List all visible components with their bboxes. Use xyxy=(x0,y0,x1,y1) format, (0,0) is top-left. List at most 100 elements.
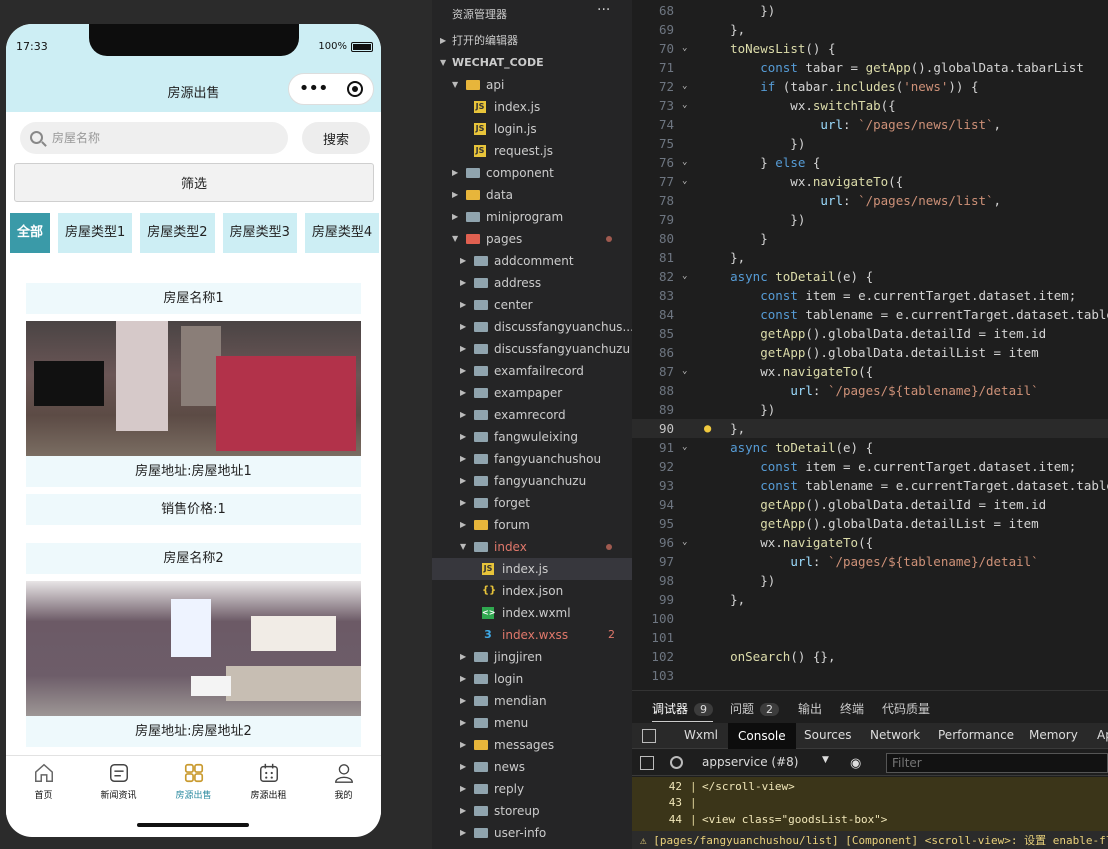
tree-folder[interactable]: ▶ menu xyxy=(432,712,632,734)
tree-folder[interactable]: ▶ forum xyxy=(432,514,632,536)
tree-folder[interactable]: ▶ addcomment xyxy=(432,250,632,272)
code-line[interactable]: 86 getApp().globalData.detailList = item xyxy=(632,343,1108,362)
code-line[interactable]: 73 ⌄ wx.switchTab({ xyxy=(632,96,1108,115)
tree-folder[interactable]: ▶ data xyxy=(432,184,632,206)
chevron-down-icon[interactable]: ▼ xyxy=(822,755,829,765)
code-line[interactable]: 77 ⌄ wx.navigateTo({ xyxy=(632,172,1108,191)
code-line[interactable]: 91 ⌄ async toDetail(e) { xyxy=(632,438,1108,457)
code-line[interactable]: 87 ⌄ wx.navigateTo({ xyxy=(632,362,1108,381)
code-line[interactable]: 102 onSearch() {}, xyxy=(632,647,1108,666)
code-line[interactable]: 99 }, xyxy=(632,590,1108,609)
context-select[interactable]: appservice (#8) xyxy=(702,755,798,769)
tab-problems[interactable]: 问题 2 xyxy=(730,700,780,717)
code-line[interactable]: 98 }) xyxy=(632,571,1108,590)
code-line[interactable]: 95 getApp().globalData.detailList = item xyxy=(632,514,1108,533)
code-line[interactable]: 71 const tabar = getApp().globalData.tab… xyxy=(632,58,1108,77)
code-line[interactable]: 93 const tablename = e.currentTarget.dat… xyxy=(632,476,1108,495)
tab-rent[interactable]: 房源出租 xyxy=(231,762,306,801)
code-line[interactable]: 72 ⌄ if (tabar.includes('news')) { xyxy=(632,77,1108,96)
more-dots-icon[interactable]: ••• xyxy=(299,80,329,98)
code-editor[interactable]: 68 }) 69 }, 70 ⌄ toNewsList() {71 const tab… xyxy=(632,0,1108,690)
tree-folder[interactable]: ▶ reply xyxy=(432,778,632,800)
devtools-tab-network[interactable]: Network xyxy=(870,728,920,742)
code-line[interactable]: 85 getApp().globalData.detailId = item.i… xyxy=(632,324,1108,343)
fold-chevron-icon[interactable]: ⌄ xyxy=(682,172,687,191)
fold-chevron-icon[interactable]: ⌄ xyxy=(682,153,687,172)
fold-chevron-icon[interactable]: ⌄ xyxy=(682,267,687,286)
listing-photo[interactable] xyxy=(26,581,361,716)
open-editors-section[interactable]: ▶ 打开的编辑器 xyxy=(432,30,632,52)
tree-folder[interactable]: ▶ fangwuleixing xyxy=(432,426,632,448)
code-line[interactable]: 92 const item = e.currentTarget.dataset.… xyxy=(632,457,1108,476)
devtools-tab-performance[interactable]: Performance xyxy=(938,728,1014,742)
more-actions-icon[interactable]: ··· xyxy=(597,2,610,18)
clear-console-icon[interactable] xyxy=(670,756,683,769)
tree-file[interactable]: {} index.json xyxy=(432,580,632,602)
code-line[interactable]: 81 }, xyxy=(632,248,1108,267)
tab-terminal[interactable]: 终端 xyxy=(840,700,864,717)
close-target-icon[interactable] xyxy=(347,81,364,97)
devtools-tab-sources[interactable]: Sources xyxy=(804,728,851,742)
tree-folder[interactable]: ▼ index xyxy=(432,536,632,558)
fold-chevron-icon[interactable]: ⌄ xyxy=(682,533,687,552)
code-line[interactable]: 101 xyxy=(632,628,1108,647)
code-line[interactable]: 68 }) xyxy=(632,1,1108,20)
category-tab[interactable]: 全部 xyxy=(10,213,51,253)
tree-folder[interactable]: ▶ center xyxy=(432,294,632,316)
code-line[interactable]: 97 url: `/pages/${tablename}/detail` xyxy=(632,552,1108,571)
tree-folder[interactable]: ▶ discussfangyuanchuzu xyxy=(432,338,632,360)
fold-chevron-icon[interactable]: ⌄ xyxy=(682,77,687,96)
code-line[interactable]: 76 ⌄ } else { xyxy=(632,153,1108,172)
tree-folder[interactable]: ▶ component xyxy=(432,162,632,184)
code-line[interactable]: 80 } xyxy=(632,229,1108,248)
tree-folder[interactable]: ▼ pages xyxy=(432,228,632,250)
search-button[interactable]: 搜索 xyxy=(302,122,370,154)
devtools-tab-wxml[interactable]: Wxml xyxy=(684,728,718,742)
tab-debugger[interactable]: 调试器 9 xyxy=(652,700,714,722)
code-line[interactable]: 88 url: `/pages/${tablename}/detail` xyxy=(632,381,1108,400)
tab-mine[interactable]: 我的 xyxy=(306,762,381,801)
code-line[interactable]: 70 ⌄ toNewsList() { xyxy=(632,39,1108,58)
sidebar-toggle-icon[interactable] xyxy=(640,756,654,770)
tree-file[interactable]: JS request.js xyxy=(432,140,632,162)
code-line[interactable]: 89 }) xyxy=(632,400,1108,419)
code-line[interactable]: 69 }, xyxy=(632,20,1108,39)
code-line[interactable]: 74 url: `/pages/news/list`, xyxy=(632,115,1108,134)
tree-file[interactable]: <> index.wxml xyxy=(432,602,632,624)
tree-folder[interactable]: ▶ storeup xyxy=(432,800,632,822)
code-line[interactable]: 100 xyxy=(632,609,1108,628)
tree-folder[interactable]: ▶ mendian xyxy=(432,690,632,712)
devtools-tab-console[interactable]: Console xyxy=(728,723,796,749)
console-filter-input[interactable] xyxy=(886,753,1108,773)
tab-output[interactable]: 输出 xyxy=(798,700,822,717)
code-line[interactable]: 79 }) xyxy=(632,210,1108,229)
code-line[interactable]: 96 ⌄ wx.navigateTo({ xyxy=(632,533,1108,552)
category-tab[interactable]: 房屋类型2 xyxy=(140,213,215,253)
fold-chevron-icon[interactable]: ⌄ xyxy=(682,438,687,457)
code-line[interactable]: 82 ⌄ async toDetail(e) { xyxy=(632,267,1108,286)
listing-card[interactable]: 房屋名称1 房屋地址:房屋地址1 销售价格:1 xyxy=(26,283,361,525)
category-tab[interactable]: 房屋类型4 xyxy=(304,213,380,253)
tree-folder[interactable]: ▼ api xyxy=(432,74,632,96)
tree-folder[interactable]: ▶ fangyuanchushou xyxy=(432,448,632,470)
tree-file[interactable]: 3 index.wxss 2 xyxy=(432,624,632,646)
tree-file[interactable]: JS index.js xyxy=(432,96,632,118)
fold-chevron-icon[interactable]: ⌄ xyxy=(682,96,687,115)
eye-icon[interactable]: ◉ xyxy=(850,756,861,771)
tree-folder[interactable]: ▶ user-info xyxy=(432,822,632,844)
tree-folder[interactable]: ▶ examfailrecord xyxy=(432,360,632,382)
tree-folder[interactable]: ▶ examrecord xyxy=(432,404,632,426)
devtools-tab-memory[interactable]: Memory xyxy=(1029,728,1078,742)
tab-news[interactable]: 新闻资讯 xyxy=(81,762,156,801)
listing-photo[interactable] xyxy=(26,321,361,456)
code-line[interactable]: 83 const item = e.currentTarget.dataset.… xyxy=(632,286,1108,305)
fold-chevron-icon[interactable]: ⌄ xyxy=(682,362,687,381)
code-line[interactable]: 103 xyxy=(632,666,1108,685)
tab-home[interactable]: 首页 xyxy=(6,762,81,801)
tree-folder[interactable]: ▶ jingjiren xyxy=(432,646,632,668)
tab-sale[interactable]: 房源出售 xyxy=(156,762,231,801)
tree-folder[interactable]: ▶ address xyxy=(432,272,632,294)
tree-folder[interactable]: ▶ messages xyxy=(432,734,632,756)
code-line[interactable]: 94 getApp().globalData.detailId = item.i… xyxy=(632,495,1108,514)
code-line[interactable]: 75 }) xyxy=(632,134,1108,153)
